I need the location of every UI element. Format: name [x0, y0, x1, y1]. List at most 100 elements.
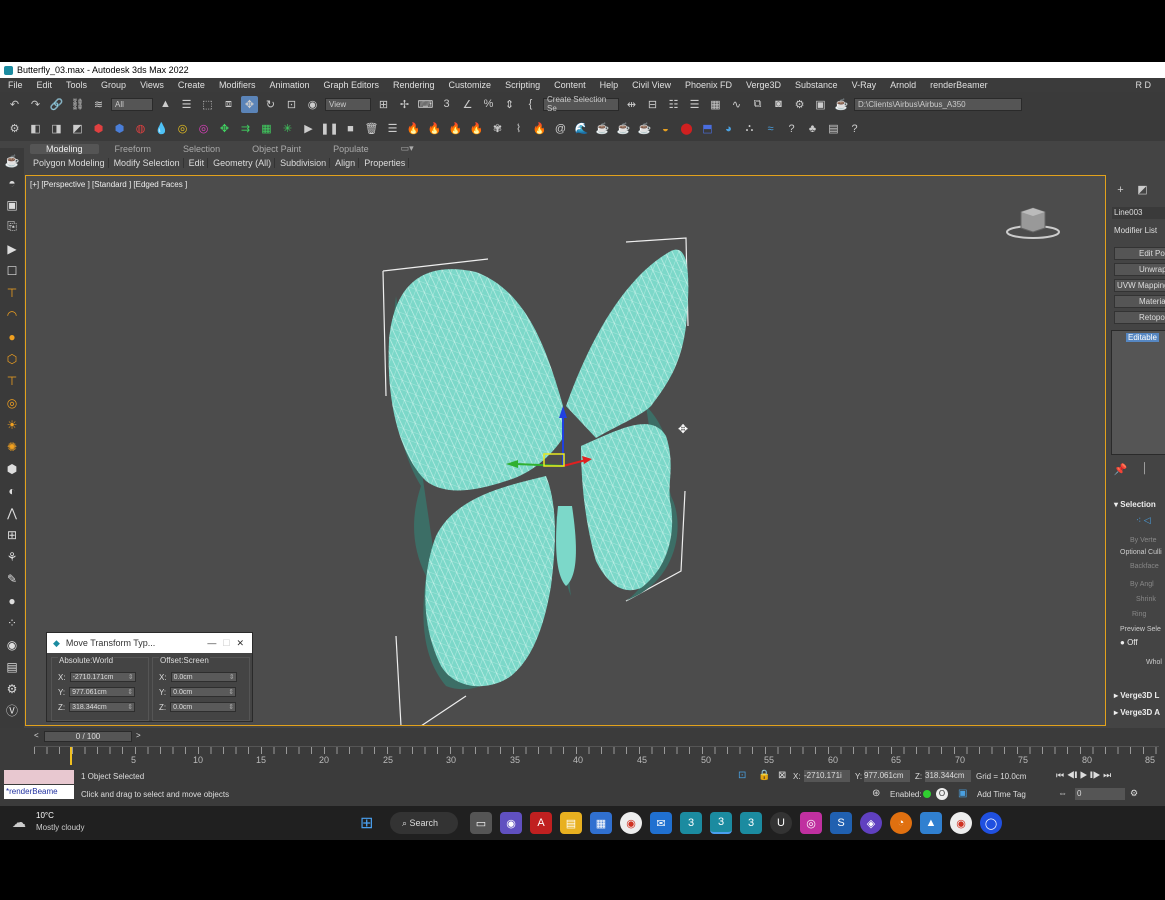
- edit-named-sel-icon[interactable]: {: [522, 96, 539, 113]
- fire-1-icon[interactable]: 🔥: [405, 120, 422, 137]
- green-grid-icon[interactable]: ▦: [258, 120, 275, 137]
- subtab-align[interactable]: Align: [332, 157, 360, 168]
- window-crossing-icon[interactable]: ⧈: [220, 96, 237, 113]
- info-icon[interactable]: ?: [846, 120, 863, 137]
- scene-explorer-icon[interactable]: ☷: [665, 96, 682, 113]
- mirror-icon[interactable]: ⇹: [623, 96, 640, 113]
- edit-poly-button[interactable]: Edit Poly: [1114, 247, 1165, 260]
- verge-tool-3-icon[interactable]: ◩: [69, 120, 86, 137]
- lock-icon[interactable]: 🔒: [758, 770, 770, 781]
- prev-frame-icon[interactable]: <: [34, 731, 39, 740]
- frame-icon[interactable]: ▤: [4, 658, 20, 675]
- subtab-modify-selection[interactable]: Modify Selection: [111, 157, 184, 168]
- zoom-icon[interactable]: ◯: [980, 812, 1002, 834]
- menu-civil-view[interactable]: Civil View: [632, 80, 671, 90]
- verge3d-rollout-1[interactable]: ▸ Verge3D L: [1114, 691, 1159, 700]
- red-blob-icon[interactable]: ⬤: [678, 120, 695, 137]
- doc-icon[interactable]: ▤: [825, 120, 842, 137]
- time-config-icon[interactable]: ⚙: [1130, 788, 1138, 799]
- shrink-button[interactable]: Shrink: [1136, 596, 1156, 603]
- spot-light-icon[interactable]: ⊤: [4, 372, 20, 389]
- tree-icon[interactable]: ♣: [804, 120, 821, 137]
- menu-create[interactable]: Create: [178, 80, 205, 90]
- menu-views[interactable]: Views: [140, 80, 164, 90]
- selection-rollout[interactable]: ▾ Selection: [1114, 500, 1156, 509]
- scale-icon[interactable]: ⊡: [283, 96, 300, 113]
- bind-space-warp-icon[interactable]: ≋: [90, 96, 107, 113]
- windows-start-icon[interactable]: ⊞: [360, 813, 373, 833]
- tab-selection[interactable]: Selection: [167, 144, 236, 154]
- blender-icon[interactable]: ◔: [890, 812, 912, 834]
- tab-freeform[interactable]: Freeform: [99, 144, 168, 154]
- render-setup-icon[interactable]: ⚙: [791, 96, 808, 113]
- backface-checkbox[interactable]: Backface: [1130, 563, 1159, 570]
- renderbeamer-field[interactable]: *renderBeame: [4, 785, 74, 799]
- proxy-icon[interactable]: ⬢: [4, 460, 20, 477]
- sun-icon[interactable]: ☀: [4, 416, 20, 433]
- select-by-name-icon[interactable]: ☰: [178, 96, 195, 113]
- grass-icon[interactable]: ⚘: [4, 548, 20, 565]
- lamp-1-icon[interactable]: ⊤: [4, 284, 20, 301]
- object-name-field[interactable]: Line003: [1112, 207, 1165, 219]
- green-burst-icon[interactable]: ✳: [279, 120, 296, 137]
- timeline-ruler[interactable]: 5 10 15 20 25 30 35 40 45 50 55 60 65 70…: [34, 746, 1159, 766]
- enabled-indicator[interactable]: [923, 790, 931, 798]
- minimize-icon[interactable]: —: [207, 638, 216, 648]
- file-explorer-icon[interactable]: ▤: [560, 812, 582, 834]
- water-3-icon[interactable]: ≈: [762, 120, 779, 137]
- dialog-titlebar[interactable]: ◆ Move Transform Typ... — ☐ ✕: [47, 633, 252, 653]
- vertex-mode-icon[interactable]: ⁖ ◁: [1136, 515, 1151, 526]
- material-button[interactable]: Material: [1114, 295, 1165, 308]
- time-tag-button-icon[interactable]: ▣: [958, 788, 967, 799]
- off-z-field[interactable]: 0.0cm: [170, 702, 237, 712]
- menu-customize[interactable]: Customize: [449, 80, 492, 90]
- whole-checkbox[interactable]: Whol: [1146, 659, 1162, 666]
- menu-verge3d[interactable]: Verge3D: [746, 80, 781, 90]
- menu-rendering[interactable]: Rendering: [393, 80, 435, 90]
- blue-cube-icon[interactable]: ⬢: [111, 120, 128, 137]
- pin-stack-icon[interactable]: 📌: [1112, 461, 1129, 478]
- rotate-icon[interactable]: ↻: [262, 96, 279, 113]
- off-x-field[interactable]: 0.0cm: [170, 672, 237, 682]
- list-icon[interactable]: ☰: [384, 120, 401, 137]
- fan-icon[interactable]: ✾: [489, 120, 506, 137]
- fire-5-icon[interactable]: 🔥: [531, 120, 548, 137]
- layer-explorer-icon[interactable]: ☰: [686, 96, 703, 113]
- unlink-icon[interactable]: ⛓: [69, 96, 86, 113]
- glass-icon[interactable]: ⬒: [699, 120, 716, 137]
- curve-editor-icon[interactable]: ∿: [728, 96, 745, 113]
- show-end-result-icon[interactable]: ⏐: [1136, 461, 1153, 478]
- hat-icon[interactable]: ◓: [4, 174, 20, 191]
- chrome-icon[interactable]: ◉: [620, 812, 642, 834]
- off-radio[interactable]: ● Off: [1120, 638, 1138, 647]
- menu-edit[interactable]: Edit: [37, 80, 53, 90]
- menu-animation[interactable]: Animation: [269, 80, 309, 90]
- menu-scripting[interactable]: Scripting: [505, 80, 540, 90]
- acrobat-icon[interactable]: A: [530, 812, 552, 834]
- tab-populate[interactable]: Populate: [317, 144, 385, 154]
- green-arrow-icon[interactable]: ⇉: [237, 120, 254, 137]
- v-logo-icon[interactable]: Ⓥ: [4, 702, 20, 719]
- modifier-list-dropdown[interactable]: Modifier List: [1112, 225, 1165, 237]
- yellow-ring-icon[interactable]: ◎: [174, 120, 191, 137]
- ref-coord-dropdown[interactable]: View: [325, 97, 371, 111]
- menu-help[interactable]: Help: [600, 80, 619, 90]
- redo-icon[interactable]: ↷: [27, 96, 44, 113]
- red-sphere-icon[interactable]: ◍: [132, 120, 149, 137]
- retopology-button[interactable]: Retopolog: [1114, 311, 1165, 324]
- edit-icon[interactable]: ✎: [4, 570, 20, 587]
- select-manipulate-icon[interactable]: ✢: [396, 96, 413, 113]
- menu-arnold[interactable]: Arnold: [890, 80, 916, 90]
- 3dsmax-2-icon[interactable]: 3: [740, 812, 762, 834]
- fire-2-icon[interactable]: 🔥: [426, 120, 443, 137]
- photos-icon[interactable]: ▲: [920, 812, 942, 834]
- ball-icon[interactable]: ●: [4, 592, 20, 609]
- subtab-edit[interactable]: Edit: [186, 157, 209, 168]
- render-frame-icon[interactable]: ▣: [812, 96, 829, 113]
- place-icon[interactable]: ◉: [304, 96, 321, 113]
- app-purple-icon[interactable]: ◈: [860, 812, 882, 834]
- fire-4-icon[interactable]: 🔥: [468, 120, 485, 137]
- subtab-subdivision[interactable]: Subdivision: [277, 157, 331, 168]
- isolate-icon[interactable]: ⊡: [738, 770, 746, 781]
- subtab-geometry[interactable]: Geometry (All): [210, 157, 276, 168]
